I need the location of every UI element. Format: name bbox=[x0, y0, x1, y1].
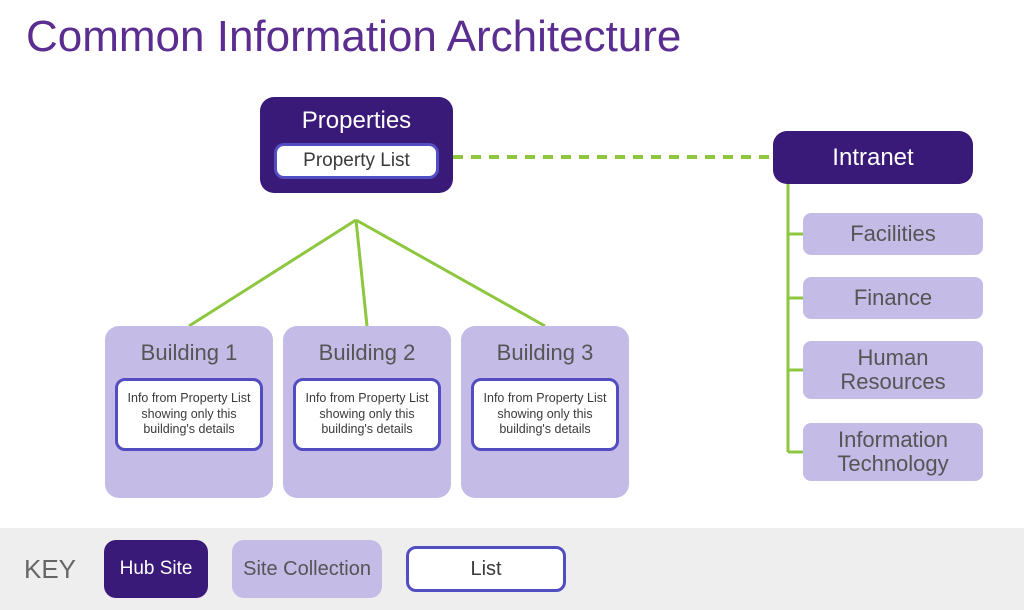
hub-properties: Properties Property List bbox=[260, 97, 453, 193]
site-building-1: Building 1 Info from Property List showi… bbox=[105, 326, 273, 498]
legend-site-collection: Site Collection bbox=[232, 540, 382, 598]
hub-properties-label: Properties bbox=[274, 107, 439, 135]
legend-hub-site: Hub Site bbox=[104, 540, 208, 598]
intranet-item-facilities: Facilities bbox=[803, 213, 983, 255]
site-name: Building 2 bbox=[293, 340, 441, 366]
site-info-chip: Info from Property List showing only thi… bbox=[115, 378, 263, 451]
intranet-item-finance: Finance bbox=[803, 277, 983, 319]
property-list-chip: Property List bbox=[274, 143, 439, 179]
legend-list: List bbox=[406, 546, 566, 592]
intranet-item-hr: Human Resources bbox=[803, 341, 983, 399]
hub-intranet: Intranet bbox=[773, 131, 973, 184]
hub-intranet-label: Intranet bbox=[832, 144, 913, 172]
site-name: Building 1 bbox=[115, 340, 263, 366]
site-building-3: Building 3 Info from Property List showi… bbox=[461, 326, 629, 498]
page-title: Common Information Architecture bbox=[26, 12, 681, 62]
site-info-chip: Info from Property List showing only thi… bbox=[293, 378, 441, 451]
site-info-chip: Info from Property List showing only thi… bbox=[471, 378, 619, 451]
legend-bar: KEY Hub Site Site Collection List bbox=[0, 528, 1024, 610]
intranet-item-it: Information Technology bbox=[803, 423, 983, 481]
legend-label: KEY bbox=[24, 554, 76, 585]
site-building-2: Building 2 Info from Property List showi… bbox=[283, 326, 451, 498]
site-name: Building 3 bbox=[471, 340, 619, 366]
